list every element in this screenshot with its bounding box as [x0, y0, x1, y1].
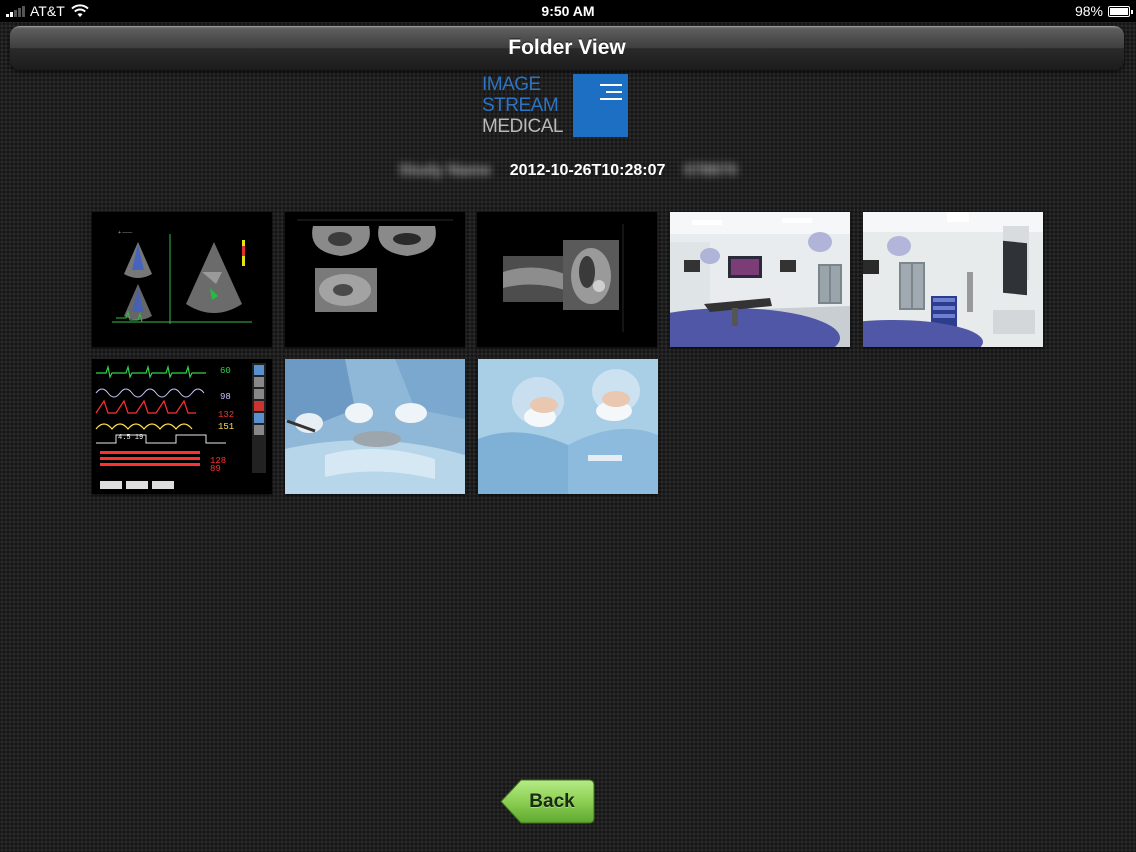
svg-text:98: 98: [220, 392, 231, 402]
echo-ultrasound-image: + ——: [92, 212, 272, 347]
study-name-redacted: Study Name: [398, 162, 492, 179]
study-id-redacted: 078970: [683, 162, 738, 179]
battery-icon: [1108, 5, 1133, 17]
logo-text: IMAGE STREAM MEDICAL: [482, 74, 574, 137]
thumbnail-surgeons[interactable]: [478, 359, 658, 494]
logo-mark: [573, 74, 628, 137]
thumbnail-fetal-ultrasound[interactable]: [285, 212, 465, 347]
battery-fill: [1110, 7, 1128, 15]
battery-percent: 98%: [1074, 3, 1103, 19]
thumbnail-operating-room-1[interactable]: [670, 212, 850, 347]
thumbnail-vital-signs-monitor[interactable]: 60 98 132 151 4.5 19 128 89: [92, 359, 272, 494]
vital-signs-monitor-image: 60 98 132 151 4.5 19 128 89: [92, 359, 272, 494]
svg-text:+ ——: + ——: [118, 230, 132, 236]
svg-text:151: 151: [218, 422, 234, 432]
logo-line-stream: STREAM: [482, 95, 559, 116]
surgeons-image: [478, 359, 658, 494]
study-timestamp: 2012-10-26T10:28:07: [509, 162, 666, 179]
study-info: Study Name 2012-10-26T10:28:07 078970: [0, 160, 1136, 182]
svg-text:60: 60: [220, 366, 231, 376]
fetal-ultrasound-image: [285, 212, 465, 347]
svg-text:4.5 19: 4.5 19: [118, 434, 143, 442]
thumbnail-echo-ultrasound[interactable]: + ——: [92, 212, 272, 347]
logo-line-medical: MEDICAL: [482, 116, 563, 137]
operating-room-image-1: [670, 212, 850, 347]
surgery-hands-image: [285, 359, 465, 494]
status-bar: AT&T 9:50 AM 98%: [0, 0, 1136, 22]
logo-line-image: IMAGE: [482, 74, 541, 95]
thumbnail-ultrasound-mri[interactable]: [477, 212, 657, 347]
image-stream-medical-logo: IMAGE STREAM MEDICAL: [482, 74, 630, 138]
page-title: Folder View: [508, 36, 626, 59]
status-right: 98%: [1074, 0, 1133, 22]
thumbnail-operating-room-2[interactable]: [863, 212, 1043, 347]
svg-text:89: 89: [210, 464, 221, 474]
svg-text:132: 132: [218, 410, 234, 420]
operating-room-image-2: [863, 212, 1043, 347]
status-time: 9:50 AM: [541, 3, 595, 19]
ultrasound-mri-image: [477, 212, 657, 347]
navigation-bar: Folder View: [10, 26, 1124, 70]
back-button[interactable]: Back: [500, 779, 595, 824]
thumbnail-surgery-hands[interactable]: [285, 359, 465, 494]
back-button-label: Back: [529, 791, 575, 812]
